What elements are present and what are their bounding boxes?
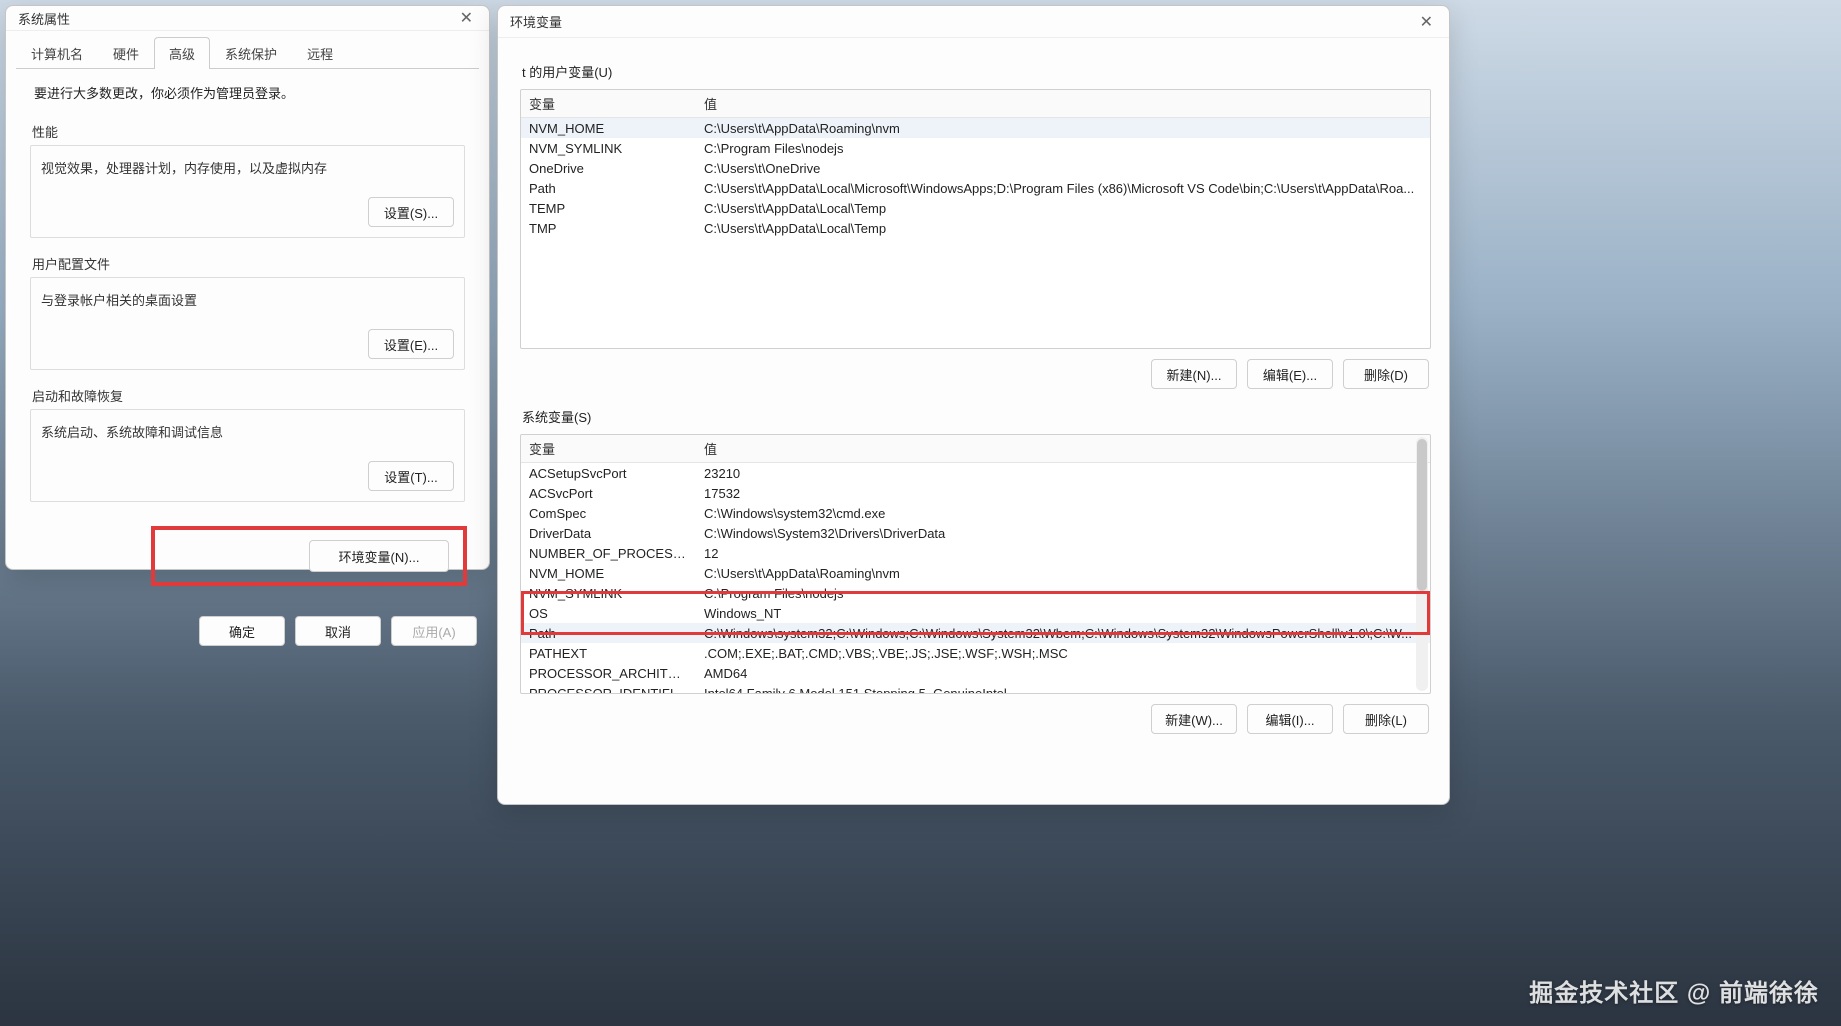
- table-row[interactable]: PROCESSOR_IDENTIFIERIntel64 Family 6 Mod…: [521, 683, 1430, 694]
- window-title: 系统属性: [18, 9, 70, 28]
- table-row[interactable]: ComSpecC:\Windows\system32\cmd.exe: [521, 503, 1430, 523]
- group-user-profile: 用户配置文件 与登录帐户相关的桌面设置 设置(E)...: [30, 254, 465, 370]
- system-vars-list[interactable]: 变量 值 ACSetupSvcPort23210ACSvcPort17532Co…: [520, 434, 1431, 694]
- table-row[interactable]: PROCESSOR_ARCHITECTUREAMD64: [521, 663, 1430, 683]
- system-properties-dialog: 系统属性 ✕ 计算机名硬件高级系统保护远程 要进行大多数更改，你必须作为管理员登…: [5, 5, 490, 570]
- table-row[interactable]: NVM_HOMEC:\Users\t\AppData\Roaming\nvm: [521, 118, 1430, 138]
- col-variable[interactable]: 变量: [521, 435, 696, 462]
- col-value[interactable]: 值: [696, 90, 1430, 117]
- scrollbar-thumb[interactable]: [1417, 439, 1427, 591]
- environment-variables-button[interactable]: 环境变量(N)...: [309, 540, 449, 572]
- table-row[interactable]: NVM_SYMLINKC:\Program Files\nodejs: [521, 583, 1430, 603]
- window-title: 环境变量: [510, 12, 562, 31]
- environment-variables-dialog: 环境变量 ✕ t 的用户变量(U) 变量 值 NVM_HOMEC:\Users\…: [497, 5, 1450, 805]
- titlebar[interactable]: 环境变量 ✕: [498, 6, 1449, 38]
- cell-value: Intel64 Family 6 Model 151 Stepping 5, G…: [696, 682, 1430, 695]
- list-header: 变量 值: [521, 435, 1430, 463]
- cell-name: PROCESSOR_IDENTIFIER: [521, 682, 696, 695]
- group-desc: 视觉效果，处理器计划，内存使用，以及虚拟内存: [41, 158, 454, 177]
- tab-0[interactable]: 计算机名: [16, 37, 98, 69]
- tab-1[interactable]: 硬件: [98, 37, 154, 69]
- tab-3[interactable]: 系统保护: [210, 37, 292, 69]
- cell-name: TMP: [521, 217, 696, 240]
- watermark: 掘金技术社区 @ 前端徐徐: [1529, 973, 1819, 1008]
- group-desc: 与登录帐户相关的桌面设置: [41, 290, 454, 309]
- col-value[interactable]: 值: [696, 435, 1430, 462]
- close-icon[interactable]: ✕: [1412, 10, 1441, 34]
- tab-4[interactable]: 远程: [292, 37, 348, 69]
- table-row[interactable]: PATHEXT.COM;.EXE;.BAT;.CMD;.VBS;.VBE;.JS…: [521, 643, 1430, 663]
- system-vars-buttons: 新建(W)... 编辑(I)... 删除(L): [520, 704, 1429, 734]
- admin-note: 要进行大多数更改，你必须作为管理员登录。: [34, 83, 467, 102]
- sys-delete-button[interactable]: 删除(L): [1343, 704, 1429, 734]
- group-title: 启动和故障恢复: [30, 386, 465, 405]
- group-title: 用户配置文件: [30, 254, 465, 273]
- cell-value: C:\Users\t\AppData\Local\Temp: [696, 217, 1430, 240]
- table-row[interactable]: OneDriveC:\Users\t\OneDrive: [521, 158, 1430, 178]
- cancel-button[interactable]: 取消: [295, 616, 381, 646]
- table-row[interactable]: ACSvcPort17532: [521, 483, 1430, 503]
- table-row[interactable]: DriverDataC:\Windows\System32\Drivers\Dr…: [521, 523, 1430, 543]
- user-delete-button[interactable]: 删除(D): [1343, 359, 1429, 389]
- table-row[interactable]: NVM_SYMLINKC:\Program Files\nodejs: [521, 138, 1430, 158]
- sys-edit-button[interactable]: 编辑(I)...: [1247, 704, 1333, 734]
- settings-startup-button[interactable]: 设置(T)...: [368, 461, 454, 491]
- tab-advanced-body: 要进行大多数更改，你必须作为管理员登录。 性能 视觉效果，处理器计划，内存使用，…: [16, 68, 479, 596]
- table-row[interactable]: PathC:\Users\t\AppData\Local\Microsoft\W…: [521, 178, 1430, 198]
- ok-button[interactable]: 确定: [199, 616, 285, 646]
- titlebar[interactable]: 系统属性 ✕: [6, 6, 489, 31]
- table-row[interactable]: TEMPC:\Users\t\AppData\Local\Temp: [521, 198, 1430, 218]
- table-row[interactable]: TMPC:\Users\t\AppData\Local\Temp: [521, 218, 1430, 238]
- table-row[interactable]: NUMBER_OF_PROCESSORS12: [521, 543, 1430, 563]
- user-vars-buttons: 新建(N)... 编辑(E)... 删除(D): [520, 359, 1429, 389]
- user-vars-list[interactable]: 变量 值 NVM_HOMEC:\Users\t\AppData\Roaming\…: [520, 89, 1431, 349]
- settings-performance-button[interactable]: 设置(S)...: [368, 197, 454, 227]
- group-title: 性能: [30, 122, 465, 141]
- group-performance: 性能 视觉效果，处理器计划，内存使用，以及虚拟内存 设置(S)...: [30, 122, 465, 238]
- system-vars-label: 系统变量(S): [522, 407, 1431, 426]
- user-vars-label: t 的用户变量(U): [522, 62, 1431, 81]
- table-row[interactable]: NVM_HOMEC:\Users\t\AppData\Roaming\nvm: [521, 563, 1430, 583]
- user-new-button[interactable]: 新建(N)...: [1151, 359, 1237, 389]
- group-desc: 系统启动、系统故障和调试信息: [41, 422, 454, 441]
- scrollbar[interactable]: [1416, 437, 1428, 691]
- tab-2[interactable]: 高级: [154, 37, 210, 69]
- settings-profile-button[interactable]: 设置(E)...: [368, 329, 454, 359]
- env-vars-highlight: 环境变量(N)...: [151, 526, 467, 586]
- user-edit-button[interactable]: 编辑(E)...: [1247, 359, 1333, 389]
- group-startup-recovery: 启动和故障恢复 系统启动、系统故障和调试信息 设置(T)...: [30, 386, 465, 502]
- list-header: 变量 值: [521, 90, 1430, 118]
- apply-button[interactable]: 应用(A): [391, 616, 477, 646]
- table-row[interactable]: ACSetupSvcPort23210: [521, 463, 1430, 483]
- table-row[interactable]: OSWindows_NT: [521, 603, 1430, 623]
- tabs: 计算机名硬件高级系统保护远程: [6, 31, 489, 69]
- sys-new-button[interactable]: 新建(W)...: [1151, 704, 1237, 734]
- dialog-footer: 确定 取消 应用(A): [6, 606, 489, 660]
- col-variable[interactable]: 变量: [521, 90, 696, 117]
- table-row[interactable]: PathC:\Windows\system32;C:\Windows;C:\Wi…: [521, 623, 1430, 643]
- close-icon[interactable]: ✕: [452, 6, 481, 30]
